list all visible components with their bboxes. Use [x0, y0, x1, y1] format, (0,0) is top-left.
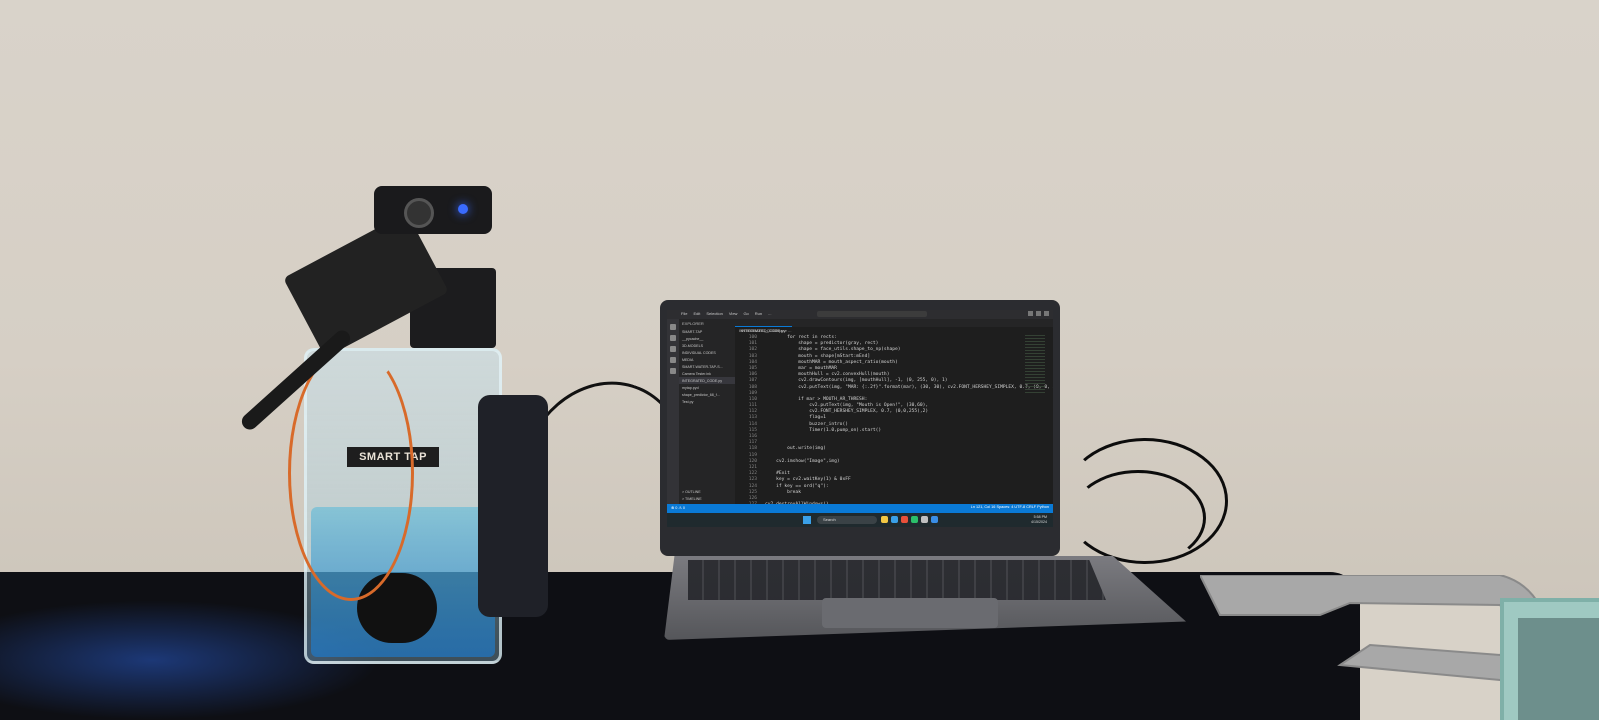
menu-item[interactable]: ... [768, 311, 771, 316]
explorer-item[interactable]: mytap.pyd [679, 384, 735, 391]
explorer-title: EXPLORER [682, 321, 704, 326]
editor-status[interactable]: Ln 121, Col 16 Spaces: 4 UTF-8 CRLF Pyth… [971, 505, 1049, 509]
taskbar-app-icon[interactable] [911, 516, 918, 523]
explorer-item[interactable]: INTEGRATED_CODE.py [679, 377, 735, 384]
taskbar-clock[interactable]: 5:58 PM 4/15/2024 [1031, 515, 1047, 524]
explorer-panel: EXPLORER SMART-TAP __pycache__ 3D-MODELS IN… [679, 319, 735, 504]
explorer-item[interactable]: MEDIA [679, 356, 735, 363]
code-text: cv2.imshow("Image",img) [765, 458, 840, 464]
files-icon[interactable] [670, 324, 676, 330]
power-bank [478, 395, 548, 617]
minimize-icon[interactable] [1028, 311, 1033, 316]
webcam [374, 186, 492, 234]
tab-bar: INTEGRATED_CODE.py [735, 319, 1053, 335]
command-search[interactable] [817, 311, 927, 317]
code-editor: INTEGRATED_CODE.py INTEGRATED_CODE.py > … [735, 319, 1053, 513]
problems-status[interactable]: ⊗ 0 ⚠ 0 [671, 505, 685, 510]
menu-item[interactable]: Run [755, 311, 762, 316]
minimap[interactable] [1025, 335, 1045, 395]
close-icon[interactable] [1044, 311, 1049, 316]
camera-lens [404, 198, 434, 228]
status-bar: ⊗ 0 ⚠ 0 Ln 121, Col 16 Spaces: 4 UTF-8 C… [667, 504, 1053, 513]
taskbar-app-icon[interactable] [881, 516, 888, 523]
laptop-keyboard [688, 560, 1106, 600]
menu-item[interactable]: File [681, 311, 687, 316]
code-text: break [765, 489, 801, 495]
explorer-bottom-sections: > OUTLINE > TIMELINE [679, 488, 705, 502]
taskbar-app-icon[interactable] [931, 516, 938, 523]
code-text: Timer(1.0,pump_on).start() [765, 427, 882, 433]
windows-taskbar: Search 5:58 PM 4/15/2024 [667, 513, 1053, 527]
window-controls [1028, 311, 1049, 316]
maximize-icon[interactable] [1036, 311, 1041, 316]
explorer-item[interactable]: Test.py [679, 398, 735, 405]
activity-bar [667, 319, 679, 504]
start-icon[interactable] [803, 516, 811, 524]
explorer-item[interactable]: INDIVIDUAL CODES [679, 349, 735, 356]
picture-frame-photo [1518, 618, 1599, 720]
explorer-item[interactable]: SMART-TAP [679, 328, 735, 335]
taskbar-apps [881, 516, 938, 523]
photo-scene: SMART TAP File Edit Selection View Go Run... [0, 0, 1599, 720]
code-area[interactable]: 100 for rect in rects: 101 shape = predic… [735, 335, 1053, 513]
explorer-item[interactable]: 3D-MODELS [679, 342, 735, 349]
code-text: cv2.putText(img, "MAR: {:.2f}".format(ma… [765, 384, 1053, 390]
code-line: 108 cv2.putText(img, "MAR: {:.2f}".forma… [735, 385, 1053, 391]
explorer-section[interactable]: > OUTLINE [679, 488, 705, 495]
taskbar-app-icon[interactable] [891, 516, 898, 523]
menu-item[interactable]: Edit [693, 311, 700, 316]
code-text: out.write(img) [765, 446, 826, 452]
clock-time: 5:58 PM [1033, 515, 1047, 519]
explorer-item[interactable]: __pycache__ [679, 335, 735, 342]
explorer-item[interactable]: shape_predictor_68_f... [679, 391, 735, 398]
search-icon[interactable] [670, 335, 676, 341]
explorer-list: SMART-TAP __pycache__ 3D-MODELS INDIVIDUAL … [679, 328, 735, 405]
picture-frame [1500, 598, 1599, 720]
extensions-icon[interactable] [670, 368, 676, 374]
explorer-item[interactable]: Camera Tester.ink [679, 370, 735, 377]
orange-wire [288, 345, 414, 601]
vscode-menu: File Edit Selection View Go Run... [681, 311, 771, 316]
laptop-screen: File Edit Selection View Go Run... EXPLORER S… [667, 310, 1053, 513]
explorer-section[interactable]: > TIMELINE [679, 495, 705, 502]
menu-item[interactable]: Selection [706, 311, 722, 316]
clock-date: 4/15/2024 [1031, 519, 1047, 524]
run-debug-icon[interactable] [670, 357, 676, 363]
menu-item[interactable]: Go [743, 311, 748, 316]
taskbar-app-icon[interactable] [921, 516, 928, 523]
menu-item[interactable]: View [729, 311, 738, 316]
power-cable-loop [1070, 470, 1206, 566]
camera-led [458, 204, 468, 214]
taskbar-search[interactable]: Search [817, 516, 877, 524]
laptop-touchpad [822, 598, 998, 628]
taskbar-app-icon[interactable] [901, 516, 908, 523]
vscode-title-bar: File Edit Selection View Go Run... [667, 310, 1053, 319]
explorer-item[interactable]: SMART-WATER-TAP-S... [679, 363, 735, 370]
source-control-icon[interactable] [670, 346, 676, 352]
